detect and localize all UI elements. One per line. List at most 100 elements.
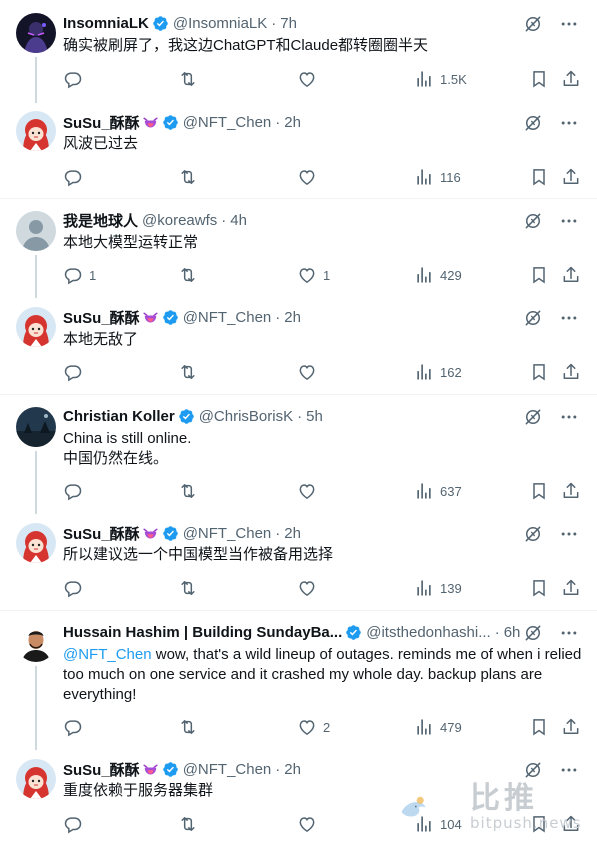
reply-button[interactable] [63, 481, 89, 501]
reply-button[interactable]: 1 [63, 265, 96, 285]
timestamp[interactable]: 2h [284, 309, 301, 326]
like-button[interactable]: 2 [297, 717, 330, 737]
like-button[interactable] [297, 362, 323, 382]
user-handle[interactable]: @itsthedonhashi... [366, 624, 490, 641]
tweet-insomnialk[interactable]: InsomniaLK @InsomniaLK · 7h 确实被刷屏了，我这边Ch… [0, 0, 597, 103]
tweet-susu-reply-3[interactable]: SuSu_酥酥 @NFT_Chen · 2h 所以建议选一个中国模型当作被备用选… [0, 514, 597, 610]
grok-icon[interactable] [523, 113, 543, 133]
user-handle[interactable]: @NFT_Chen [183, 309, 272, 326]
display-name[interactable]: SuSu_酥酥 [63, 759, 140, 780]
share-button[interactable] [561, 717, 581, 737]
share-button[interactable] [561, 362, 581, 382]
retweet-button[interactable] [178, 481, 204, 501]
tweet-susu-reply-1[interactable]: SuSu_酥酥 @NFT_Chen · 2h 风波已过去 116 [0, 103, 597, 200]
grok-icon[interactable] [523, 211, 543, 231]
bookmark-button[interactable] [529, 265, 549, 285]
bookmark-button[interactable] [529, 717, 549, 737]
like-button[interactable] [297, 69, 323, 89]
bookmark-button[interactable] [529, 167, 549, 187]
more-icon[interactable] [559, 211, 579, 231]
views-button[interactable]: 479 [414, 717, 462, 737]
more-icon[interactable] [559, 407, 579, 427]
share-button[interactable] [561, 167, 581, 187]
timestamp[interactable]: 6h [504, 624, 521, 641]
bookmark-button[interactable] [529, 69, 549, 89]
display-name[interactable]: SuSu_酥酥 [63, 523, 140, 544]
user-handle[interactable]: @NFT_Chen [183, 761, 272, 778]
views-button[interactable]: 429 [414, 265, 462, 285]
share-button[interactable] [561, 265, 581, 285]
retweet-button[interactable] [178, 265, 204, 285]
like-button[interactable]: 1 [297, 265, 330, 285]
user-handle[interactable]: @InsomniaLK [173, 15, 267, 32]
timestamp[interactable]: 2h [284, 114, 301, 131]
display-name[interactable]: 我是地球人 [63, 210, 138, 231]
more-icon[interactable] [559, 113, 579, 133]
timestamp[interactable]: 2h [284, 525, 301, 542]
avatar[interactable] [16, 407, 56, 447]
views-button[interactable]: 1.5K [414, 69, 467, 89]
reply-button[interactable] [63, 814, 89, 834]
avatar[interactable] [16, 211, 56, 251]
display-name[interactable]: InsomniaLK [63, 15, 149, 32]
display-name[interactable]: SuSu_酥酥 [63, 307, 140, 328]
grok-icon[interactable] [523, 407, 543, 427]
mention-link[interactable]: @NFT_Chen [63, 646, 152, 663]
grok-icon[interactable] [523, 623, 543, 643]
retweet-button[interactable] [178, 814, 204, 834]
avatar[interactable] [16, 759, 56, 799]
timestamp[interactable]: 7h [280, 15, 297, 32]
retweet-button[interactable] [178, 362, 204, 382]
tweet-susu-reply-2[interactable]: SuSu_酥酥 @NFT_Chen · 2h 本地无敌了 162 [0, 298, 597, 394]
bookmark-button[interactable] [529, 481, 549, 501]
like-button[interactable] [297, 167, 323, 187]
more-icon[interactable] [559, 760, 579, 780]
retweet-button[interactable] [178, 578, 204, 598]
reply-button[interactable] [63, 69, 89, 89]
avatar[interactable] [16, 622, 56, 662]
timestamp[interactable]: 4h [230, 212, 247, 229]
more-icon[interactable] [559, 308, 579, 328]
display-name[interactable]: Christian Koller [63, 408, 175, 425]
views-button[interactable]: 116 [414, 167, 461, 187]
tweet-koreawfs[interactable]: 我是地球人 @koreawfs · 4h 本地大模型运转正常 1 1 429 [0, 199, 597, 298]
reply-button[interactable] [63, 362, 89, 382]
reply-button[interactable] [63, 717, 89, 737]
user-handle[interactable]: @NFT_Chen [183, 525, 272, 542]
user-handle[interactable]: @ChrisBorisK [199, 408, 293, 425]
avatar[interactable] [16, 523, 56, 563]
retweet-button[interactable] [178, 167, 204, 187]
avatar[interactable] [16, 13, 56, 53]
share-button[interactable] [561, 481, 581, 501]
views-button[interactable]: 637 [414, 481, 462, 501]
more-icon[interactable] [559, 623, 579, 643]
display-name[interactable]: Hussain Hashim | Building SundayBa... [63, 624, 342, 641]
more-icon[interactable] [559, 524, 579, 544]
share-button[interactable] [561, 69, 581, 89]
views-button[interactable]: 162 [414, 362, 462, 382]
like-button[interactable] [297, 481, 323, 501]
tweet-chrisborisk[interactable]: Christian Koller @ChrisBorisK · 5h China… [0, 395, 597, 514]
timestamp[interactable]: 2h [284, 761, 301, 778]
avatar[interactable] [16, 111, 56, 151]
retweet-button[interactable] [178, 69, 204, 89]
avatar[interactable] [16, 307, 56, 347]
user-handle[interactable]: @NFT_Chen [183, 114, 272, 131]
bookmark-button[interactable] [529, 578, 549, 598]
like-button[interactable] [297, 578, 323, 598]
grok-icon[interactable] [523, 524, 543, 544]
user-handle[interactable]: @koreawfs [142, 212, 217, 229]
reply-button[interactable] [63, 578, 89, 598]
bookmark-button[interactable] [529, 362, 549, 382]
reply-button[interactable] [63, 167, 89, 187]
grok-icon[interactable] [523, 14, 543, 34]
display-name[interactable]: SuSu_酥酥 [63, 112, 140, 133]
more-icon[interactable] [559, 14, 579, 34]
tweet-itsthedonhashim[interactable]: Hussain Hashim | Building SundayBa... @i… [0, 611, 597, 750]
share-button[interactable] [561, 578, 581, 598]
views-button[interactable]: 139 [414, 578, 462, 598]
grok-icon[interactable] [523, 308, 543, 328]
retweet-button[interactable] [178, 717, 204, 737]
timestamp[interactable]: 5h [306, 408, 323, 425]
like-button[interactable] [297, 814, 323, 834]
